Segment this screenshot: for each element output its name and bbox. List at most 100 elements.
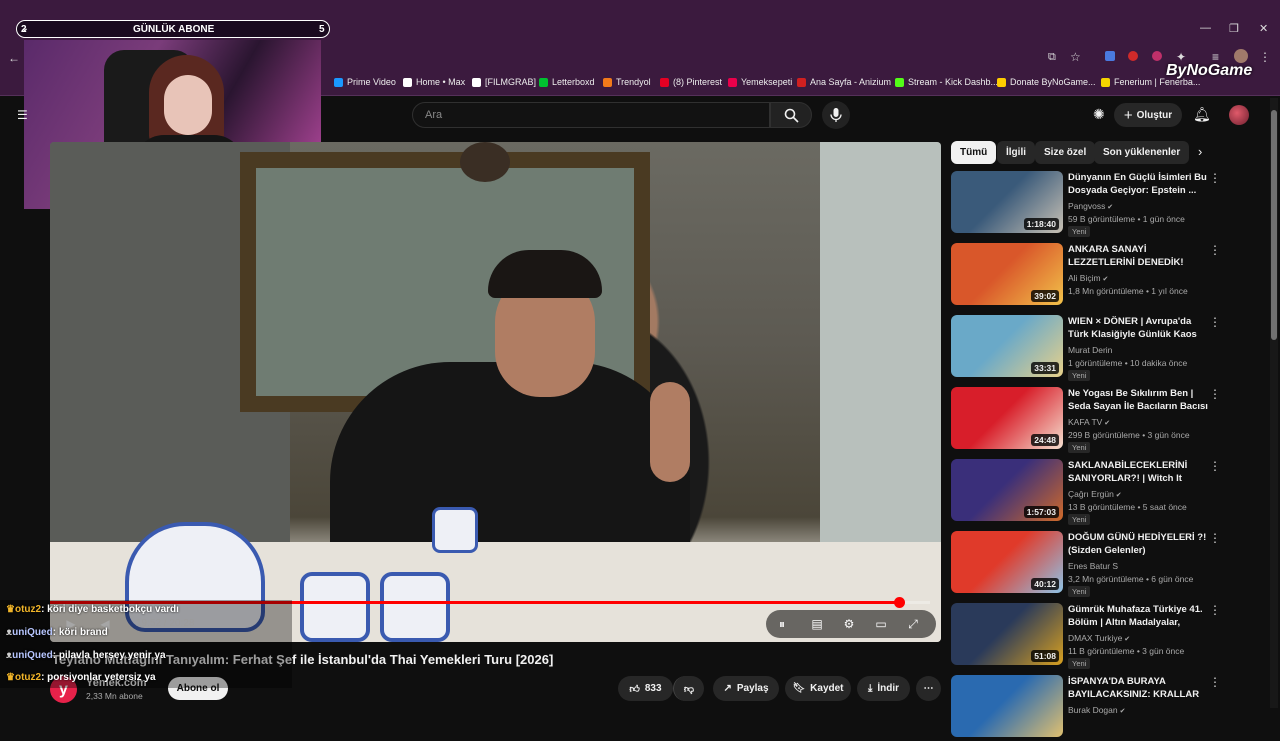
more-actions-button[interactable]: ⋯ (916, 676, 941, 701)
close-icon[interactable]: ✕ (1259, 22, 1268, 35)
recommended-meta: 1,8 Mn görüntüleme • 1 yıl önce (1068, 286, 1188, 296)
menu-kebab-icon[interactable]: ⋮ (1259, 50, 1271, 64)
bookmark-item[interactable]: Trendyol (603, 77, 651, 87)
bookmark-label: Stream - Kick Dashb... (908, 77, 999, 87)
subtitles-icon[interactable]: ▤ (806, 613, 828, 635)
settings-gear-icon[interactable]: ⚙ (838, 613, 860, 635)
more-options-icon[interactable]: ⋮ (1209, 387, 1221, 401)
account-avatar[interactable] (1229, 105, 1249, 125)
chip-recent[interactable]: Son yüklenenler (1094, 141, 1190, 164)
recommended-video[interactable]: 51:08 Gümrük Muhafaza Türkiye 41. Bölüm |… (951, 603, 1261, 669)
channel-name: Çağrı Ergün (1068, 489, 1114, 499)
install-icon[interactable]: ⧉ (1048, 51, 1056, 64)
goal-current: 2 (21, 24, 27, 35)
bookmark-item[interactable]: Prime Video (334, 77, 396, 87)
chip-related[interactable]: İlgili (997, 141, 1035, 164)
more-options-icon[interactable]: ⋮ (1209, 675, 1221, 689)
fullscreen-icon[interactable]: ⤢ (902, 613, 924, 635)
bookmark-item[interactable]: Stream - Kick Dashb... (895, 77, 998, 87)
recommended-video[interactable]: 24:48 Ne Yogası Be Sıkılırım Ben | Seda S… (951, 387, 1261, 453)
back-icon[interactable]: ← (8, 51, 20, 65)
progress-scrubber[interactable] (894, 597, 905, 608)
chip-for-you[interactable]: Size özel (1035, 141, 1096, 164)
more-options-icon[interactable]: ⋮ (1209, 531, 1221, 545)
recommended-title[interactable]: Gümrük Muhafaza Türkiye 41. Bölüm | Altı… (1068, 603, 1208, 630)
recommended-video[interactable]: 39:02 ANKARA SANAYİ LEZZETLERİNİ DENEDİK!… (951, 243, 1261, 309)
recommended-title[interactable]: SAKLANABİLECEKLERİNİ SANIYORLAR?! | Witc… (1068, 459, 1208, 485)
scrollbar-thumb[interactable] (1271, 110, 1277, 340)
bookmark-item[interactable]: Letterboxd (539, 77, 595, 87)
bookmark-item[interactable]: Donate ByNoGame... (997, 77, 1096, 87)
minimize-icon[interactable]: — (1200, 22, 1211, 34)
search-button[interactable] (770, 102, 812, 128)
bookmark-label: Letterboxd (552, 77, 595, 87)
bookmark-favicon-icon (1101, 77, 1110, 87)
hamburger-menu-icon[interactable]: ☰ (17, 108, 28, 122)
recommended-title[interactable]: ANKARA SANAYİ LEZZETLERİNİ DENEDİK! (1068, 243, 1208, 269)
download-button[interactable]: ⤓ İndir (857, 676, 910, 701)
more-options-icon[interactable]: ⋮ (1209, 603, 1221, 617)
recommended-video[interactable]: 1:57:03 SAKLANABİLECEKLERİNİ SANIYORLAR?!… (951, 459, 1261, 525)
bookmark-favicon-icon (797, 77, 806, 87)
voice-search-button[interactable] (822, 101, 850, 129)
recommended-channel[interactable]: Pangvoss ✔ (1068, 201, 1113, 211)
chip-all[interactable]: Tümü (951, 141, 997, 164)
bookmark-item[interactable]: Home • Max (403, 77, 465, 87)
recommended-channel[interactable]: Ali Biçim ✔ (1068, 273, 1108, 283)
video-thumbnail[interactable]: 33:31 (951, 315, 1063, 377)
more-options-icon[interactable]: ⋮ (1209, 243, 1221, 257)
recommended-video[interactable]: 1:18:40 Dünyanın En Güçlü İsimleri Bu Dos… (951, 171, 1261, 237)
chat-text: : köri brand (52, 627, 108, 638)
bookmark-item[interactable]: (8) Pinterest (660, 77, 722, 87)
autoplay-toggle-icon[interactable]: ⏸ (771, 613, 793, 635)
video-thumbnail[interactable]: 39:02 (951, 243, 1063, 305)
video-thumbnail[interactable]: 24:48 (951, 387, 1063, 449)
like-button[interactable]: 👍︎ 833 (618, 676, 673, 701)
bell-icon[interactable]: 🔔︎ (1193, 106, 1211, 123)
recommended-video[interactable]: 40:12 DOĞUM GÜNÜ HEDİYELERİ ?! (Sizden Ge… (951, 531, 1261, 597)
more-options-icon[interactable]: ⋮ (1209, 171, 1221, 185)
extension-icon[interactable] (1128, 51, 1138, 61)
recommended-video[interactable]: 33:31 WIEN × DÖNER | Avrupa'da Türk Klasi… (951, 315, 1261, 381)
recommended-title[interactable]: WIEN × DÖNER | Avrupa'da Türk Klasiğiyle… (1068, 315, 1208, 341)
more-options-icon[interactable]: ⋮ (1209, 459, 1221, 473)
video-player[interactable] (50, 142, 941, 642)
save-button[interactable]: 🔖︎ Kaydet (785, 676, 851, 701)
video-thumbnail[interactable]: 1:57:03 (951, 459, 1063, 521)
recommended-title[interactable]: Dünyanın En Güçlü İsimleri Bu Dosyada Ge… (1068, 171, 1208, 197)
search-input[interactable]: Ara (412, 102, 770, 128)
recommended-title[interactable]: DOĞUM GÜNÜ HEDİYELERİ ?! (Sizden Gelenle… (1068, 531, 1208, 557)
recommended-channel[interactable]: KAFA TV ✔ (1068, 417, 1110, 427)
recommended-title[interactable]: İSPANYA'DA BURAYA BAYILACAKSINIZ: KRALLA… (1068, 675, 1208, 702)
recommended-channel[interactable]: DMAX Turkiye ✔ (1068, 633, 1130, 643)
verified-icon: ✔ (1117, 708, 1126, 715)
bookmark-item[interactable]: Ana Sayfa - Anizium (797, 77, 891, 87)
dislike-button[interactable]: 👎︎ (673, 676, 704, 701)
recommended-channel[interactable]: Çağrı Ergün ✔ (1068, 489, 1122, 499)
video-thumbnail[interactable]: 40:12 (951, 531, 1063, 593)
video-thumbnail[interactable]: 1:18:40 (951, 171, 1063, 233)
recommended-channel[interactable]: Murat Derin (1068, 345, 1112, 355)
bookmark-item[interactable]: Yemeksepeti (728, 77, 792, 87)
more-options-icon[interactable]: ⋮ (1209, 315, 1221, 329)
profile-avatar[interactable] (1234, 49, 1248, 63)
bookmark-icon: 🔖︎ (792, 683, 806, 694)
bookmark-item[interactable]: [FILMGRAB] (472, 77, 536, 87)
gemini-icon[interactable]: ✺ (1093, 106, 1105, 123)
restore-icon[interactable]: ❐ (1229, 22, 1239, 35)
save-label: Kaydet (810, 683, 844, 694)
recommended-title[interactable]: Ne Yogası Be Sıkılırım Ben | Seda Sayan … (1068, 387, 1208, 413)
miniplayer-icon[interactable]: ▭ (870, 613, 892, 635)
recommended-channel[interactable]: Enes Batur S (1068, 561, 1118, 571)
extension-icon[interactable] (1152, 51, 1162, 61)
video-thumbnail[interactable] (951, 675, 1063, 737)
star-icon[interactable]: ☆ (1070, 50, 1081, 64)
share-button[interactable]: ↗ Paylaş (713, 676, 779, 701)
extension-translate-icon[interactable] (1105, 51, 1115, 61)
recommended-channel[interactable]: Burak Dogan ✔ (1068, 705, 1125, 715)
video-thumbnail[interactable]: 51:08 (951, 603, 1063, 665)
chat-message: ♛otuz2: porsiyonlar yetersiz ya (6, 672, 156, 683)
create-button[interactable]: + Oluştur (1114, 103, 1182, 127)
recommended-video[interactable]: İSPANYA'DA BURAYA BAYILACAKSINIZ: KRALLA… (951, 675, 1261, 741)
chevron-right-icon[interactable]: › (1198, 144, 1202, 159)
